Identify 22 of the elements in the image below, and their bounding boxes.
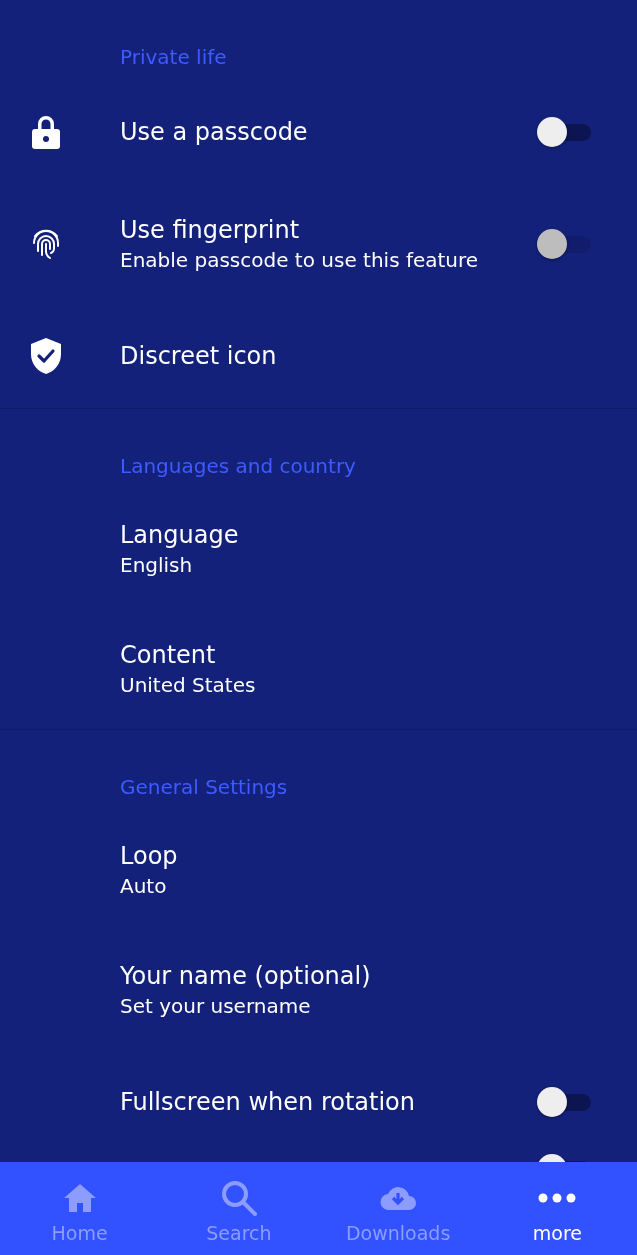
section-heading: Private life xyxy=(120,45,227,69)
toggle-switch[interactable] xyxy=(537,1087,593,1117)
setting-title[interactable]: Fullscreen when rotation xyxy=(120,1086,537,1118)
fingerprint-icon xyxy=(31,227,61,261)
setting-subtitle: Auto xyxy=(120,873,168,900)
shield-check-icon xyxy=(30,337,62,375)
nav-tab[interactable]: more xyxy=(477,1162,637,1255)
section-heading: General Settings xyxy=(120,775,288,799)
setting-title[interactable]: Use a passcode xyxy=(120,116,537,148)
setting-title[interactable]: Loop xyxy=(120,840,637,872)
setting-title[interactable]: Discreet icon xyxy=(120,340,637,372)
section-heading: Languages and country xyxy=(120,454,356,478)
setting-subtitle: Enable passcode to use this feature xyxy=(120,247,480,274)
lock-icon xyxy=(32,115,60,149)
setting-subtitle: United States xyxy=(120,672,257,699)
more-icon xyxy=(538,1193,577,1203)
setting-subtitle: Set your username xyxy=(120,993,312,1020)
toggle-switch[interactable] xyxy=(537,117,593,147)
setting-subtitle: English xyxy=(120,552,194,579)
setting-title[interactable]: Language xyxy=(120,519,637,551)
setting-title[interactable]: Your name (optional) xyxy=(120,960,637,992)
setting-title[interactable]: Content xyxy=(120,639,637,671)
